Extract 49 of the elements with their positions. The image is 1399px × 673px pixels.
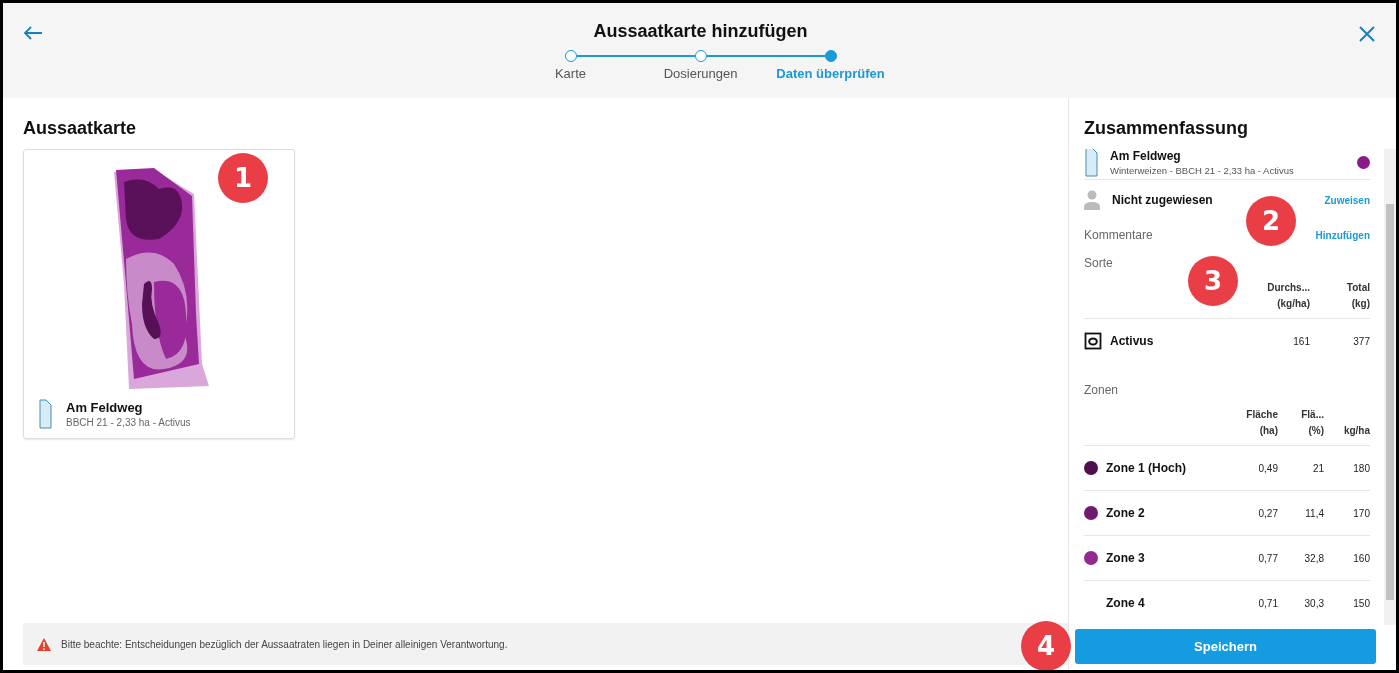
- table-cell-text: 160: [1352, 552, 1370, 564]
- table-cell-text: 0,71: [1257, 597, 1278, 609]
- column-header: kg/ha: [1342, 424, 1370, 438]
- back-arrow-icon[interactable]: [23, 25, 43, 41]
- field-name: Am Feldweg: [1110, 149, 1182, 163]
- table-cell-text: 377: [1352, 335, 1370, 347]
- table-cell-text: 0,27: [1257, 507, 1278, 519]
- field-details: BBCH 21 - 2,33 ha - Activus: [66, 417, 191, 428]
- zone-name: Zone 1 (Hoch): [1106, 461, 1187, 475]
- table-cell-text: 30,3: [1303, 597, 1324, 609]
- zone-name: Zone 3: [1106, 551, 1146, 565]
- step-label[interactable]: Daten überprüfen: [776, 66, 885, 81]
- seed-bag-icon: [1084, 332, 1102, 350]
- zone-name: Zone 4: [1106, 596, 1146, 610]
- comments-label: Kommentare: [1084, 228, 1154, 242]
- section-title: Aussaatkarte: [23, 118, 138, 139]
- table-cell-text: 161: [1292, 335, 1310, 347]
- table-cell-text: 0,49: [1257, 462, 1278, 474]
- person-icon: [1084, 190, 1100, 210]
- warning-text: Bitte beachte: Entscheidungen bezüglich der Aussaatraten liegen in Deiner alleinigen Verantwortung.: [61, 638, 508, 650]
- assign-link[interactable]: Zuweisen: [1324, 194, 1370, 206]
- table-cell-text: 32,8: [1303, 552, 1324, 564]
- table-cell-text: 0,77: [1257, 552, 1278, 564]
- table-cell-text: 21: [1311, 462, 1324, 474]
- table-cell-text: 170: [1352, 507, 1370, 519]
- step-label[interactable]: Karte: [554, 66, 587, 81]
- warning-icon: [37, 637, 51, 651]
- save-button[interactable]: Speichern: [1075, 629, 1376, 664]
- column-header: Total (kg): [1345, 281, 1370, 311]
- field-shape-icon: [38, 399, 52, 429]
- table-cell-text: 11,4: [1304, 507, 1324, 519]
- zone-name: Zone 2: [1106, 506, 1146, 520]
- step-label[interactable]: Dosierungen: [663, 66, 738, 81]
- field-details: Winterweizen - BBCH 21 - 2,33 ha - Activus: [1110, 164, 1295, 176]
- column-header: Durchs... (kg/ha): [1266, 281, 1310, 311]
- table-cell-text: 180: [1352, 462, 1370, 474]
- close-icon[interactable]: [1358, 25, 1376, 43]
- variety-name: Activus: [1110, 334, 1155, 348]
- zones-label: Zonen: [1084, 382, 1120, 399]
- scrollbar[interactable]: [1384, 149, 1396, 625]
- callout-badge: 1: [218, 153, 268, 203]
- dialog-title: Aussaatkarte hinzufügen: [593, 21, 808, 42]
- field-shape-icon: [1084, 149, 1098, 177]
- assignee-label: Nicht zugewiesen: [1112, 193, 1214, 207]
- column-header: Flä... (%): [1300, 408, 1324, 438]
- add-comment-link[interactable]: Hinzufügen: [1315, 229, 1370, 241]
- column-header: Fläche (ha): [1245, 408, 1278, 438]
- table-cell-text: 150: [1352, 597, 1370, 609]
- field-name: Am Feldweg: [66, 400, 144, 415]
